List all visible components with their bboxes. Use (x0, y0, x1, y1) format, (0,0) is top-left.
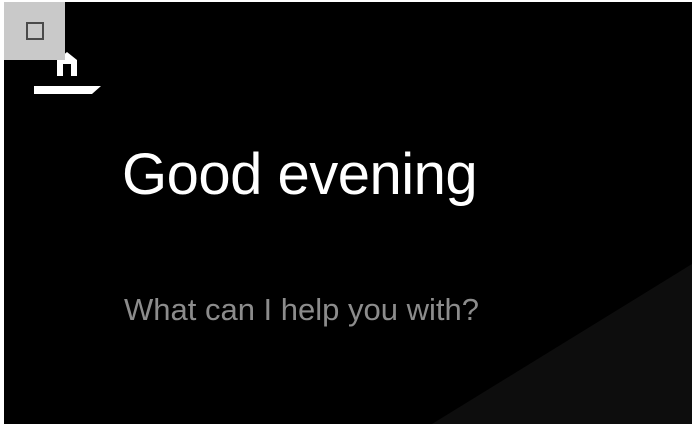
window-maximize-button[interactable] (4, 2, 65, 60)
maximize-square-icon (25, 22, 44, 40)
home-indicator-bar (34, 86, 101, 94)
greeting-text: Good evening (122, 142, 478, 207)
assistant-prompt-text: What can I help you with? (124, 292, 479, 327)
assistant-screen: Good evening What can I help you with? (4, 2, 692, 424)
corner-shading (432, 264, 692, 424)
